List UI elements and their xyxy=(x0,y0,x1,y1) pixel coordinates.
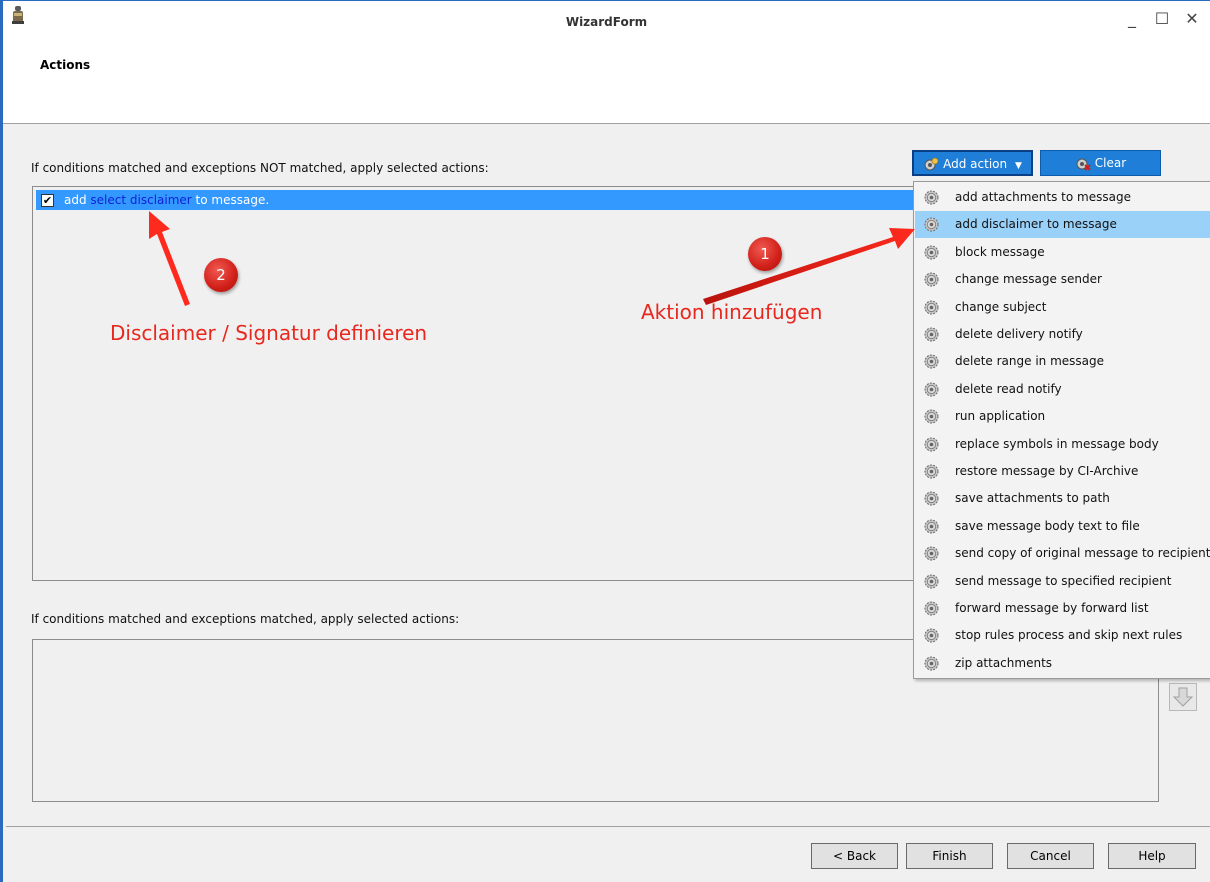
annotation-text-1: Aktion hinzufügen xyxy=(641,300,823,324)
annotation-arrow-1 xyxy=(703,228,915,305)
annotation-text-2: Disclaimer / Signatur definieren xyxy=(110,321,428,345)
annotation-arrow-2 xyxy=(149,211,190,306)
annotation-badge-2: 2 xyxy=(204,258,238,292)
wizard-window: WizardForm _ ☐ ✕ Actions If conditions m… xyxy=(0,0,1210,882)
annotation-badge-1: 1 xyxy=(748,237,782,271)
annotation-arrows xyxy=(149,211,915,306)
